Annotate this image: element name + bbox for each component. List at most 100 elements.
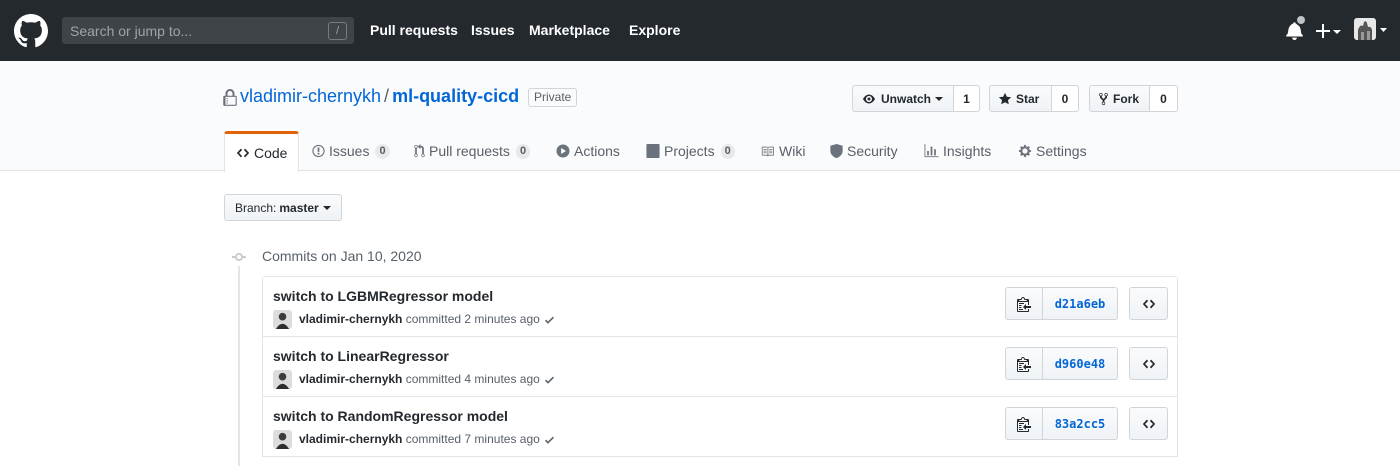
commit-sha-link[interactable]: 83a2cc5 (1043, 407, 1118, 440)
sha-group: d960e48 (1005, 347, 1118, 380)
tab-code-label: Code (254, 145, 288, 161)
tab-security-label: Security (847, 143, 898, 159)
code-icon (236, 148, 250, 158)
commit-sha-link[interactable]: d21a6eb (1043, 287, 1118, 320)
branch-selector-button[interactable]: Branch: master (224, 194, 342, 221)
clipboard-icon (1017, 416, 1031, 432)
author-avatar[interactable] (273, 310, 292, 329)
commit-row: switch to RandomRegressor model vladimir… (263, 397, 1177, 457)
book-icon (761, 146, 774, 156)
star-icon (998, 92, 1012, 104)
shield-icon (830, 144, 843, 158)
star-button[interactable]: Star (989, 85, 1052, 112)
tab-pull-requests-label: Pull requests (429, 143, 510, 159)
plus-icon[interactable] (1316, 23, 1342, 39)
git-commit-icon (231, 249, 247, 265)
star-group: Star 0 (989, 85, 1079, 112)
repo-title: vladimir-chernykh / ml-quality-cicd (240, 86, 519, 107)
repo-title-separator: / (384, 86, 390, 106)
pull-request-icon (414, 144, 425, 158)
repo-header: vladimir-chernykh / ml-quality-cicd Privat… (0, 61, 1400, 172)
code-icon (1142, 299, 1155, 308)
copy-sha-button[interactable] (1005, 407, 1043, 440)
commit-meta: vladimir-chernykh committed 4 minutes ag… (299, 372, 556, 386)
author-avatar[interactable] (273, 370, 292, 389)
copy-sha-button[interactable] (1005, 287, 1043, 320)
browse-repo-at-commit-button[interactable] (1129, 347, 1168, 380)
tab-projects-label: Projects (664, 143, 715, 159)
sha-group: 83a2cc5 (1005, 407, 1118, 440)
check-icon[interactable] (543, 374, 556, 386)
watchers-count[interactable]: 1 (954, 85, 980, 112)
commit-time: 4 minutes ago (464, 372, 540, 386)
nav-issues[interactable]: Issues (471, 22, 515, 38)
commit-row: switch to LinearRegressor vladimir-chern… (263, 337, 1177, 397)
timeline-line (238, 266, 240, 466)
stars-count[interactable]: 0 (1052, 85, 1079, 112)
commit-verb: committed (405, 372, 462, 386)
tab-insights[interactable]: Insights (924, 131, 991, 171)
tab-code[interactable]: Code (224, 131, 300, 172)
search-input[interactable] (62, 17, 322, 44)
tab-wiki-label: Wiki (779, 143, 806, 159)
tab-insights-label: Insights (943, 143, 992, 159)
sha-group: d21a6eb (1005, 287, 1118, 320)
tab-actions[interactable]: Actions (556, 131, 620, 171)
commit-author-link[interactable]: vladimir-chernykh (299, 372, 402, 386)
tab-projects-counter: 0 (720, 143, 735, 159)
tab-settings-label: Settings (1036, 143, 1087, 159)
unwatch-button[interactable]: Unwatch (852, 85, 954, 112)
check-icon[interactable] (543, 314, 556, 326)
play-icon (556, 144, 570, 158)
commit-sha-link[interactable]: d960e48 (1043, 347, 1118, 380)
tab-issues-label: Issues (329, 143, 370, 159)
fork-icon (1099, 92, 1108, 105)
tab-projects[interactable]: Projects 0 (646, 131, 735, 171)
commit-list: switch to LGBMRegressor model vladimir-c… (262, 276, 1178, 457)
chevron-down-icon (322, 205, 331, 210)
tab-pull-requests-counter: 0 (515, 143, 531, 159)
tab-security[interactable]: Security (830, 131, 898, 171)
clipboard-icon (1017, 356, 1031, 372)
tab-issues[interactable]: Issues 0 (312, 131, 390, 171)
graph-icon (924, 144, 939, 158)
tab-actions-label: Actions (574, 143, 620, 159)
branch-label: Branch: (235, 200, 277, 215)
repo-owner-link[interactable]: vladimir-chernykh (240, 86, 381, 106)
commit-message-link[interactable]: switch to LGBMRegressor model (273, 288, 493, 304)
forks-count[interactable]: 0 (1150, 85, 1178, 112)
commit-time: 2 minutes ago (464, 312, 540, 326)
commit-meta: vladimir-chernykh committed 2 minutes ag… (299, 312, 556, 326)
lock-icon (223, 89, 237, 106)
commit-time: 7 minutes ago (464, 432, 540, 446)
copy-sha-button[interactable] (1005, 347, 1043, 380)
user-avatar-menu-icon[interactable] (1354, 18, 1388, 42)
star-label: Star (1016, 91, 1040, 106)
commit-message-link[interactable]: switch to LinearRegressor (273, 348, 449, 364)
nav-marketplace[interactable]: Marketplace (529, 22, 610, 38)
github-logo-icon[interactable] (14, 14, 48, 48)
author-avatar[interactable] (273, 430, 292, 449)
visibility-badge: Private (528, 88, 578, 107)
tab-settings[interactable]: Settings (1018, 131, 1087, 171)
repo-name-link[interactable]: ml-quality-cicd (392, 86, 519, 106)
fork-button[interactable]: Fork (1089, 85, 1150, 112)
fork-label: Fork (1113, 91, 1140, 106)
nav-explore[interactable]: Explore (629, 22, 680, 38)
browse-repo-at-commit-button[interactable] (1129, 287, 1168, 320)
tab-wiki[interactable]: Wiki (760, 131, 805, 171)
browse-repo-at-commit-button[interactable] (1129, 407, 1168, 440)
search-box[interactable]: / (62, 17, 354, 44)
watch-group: Unwatch 1 (852, 85, 980, 112)
unwatch-label: Unwatch (881, 91, 932, 106)
commit-author-link[interactable]: vladimir-chernykh (299, 312, 402, 326)
commit-message-link[interactable]: switch to RandomRegressor model (273, 408, 508, 424)
branch-name: master (279, 200, 319, 215)
nav-pull-requests[interactable]: Pull requests (370, 22, 458, 38)
commit-author-link[interactable]: vladimir-chernykh (299, 432, 402, 446)
commit-meta: vladimir-chernykh committed 7 minutes ag… (299, 432, 556, 446)
project-icon (646, 144, 660, 158)
check-icon[interactable] (543, 434, 556, 446)
global-header: / Pull requests Issues Marketplace Explo… (0, 0, 1400, 61)
tab-pull-requests[interactable]: Pull requests 0 (414, 131, 531, 171)
